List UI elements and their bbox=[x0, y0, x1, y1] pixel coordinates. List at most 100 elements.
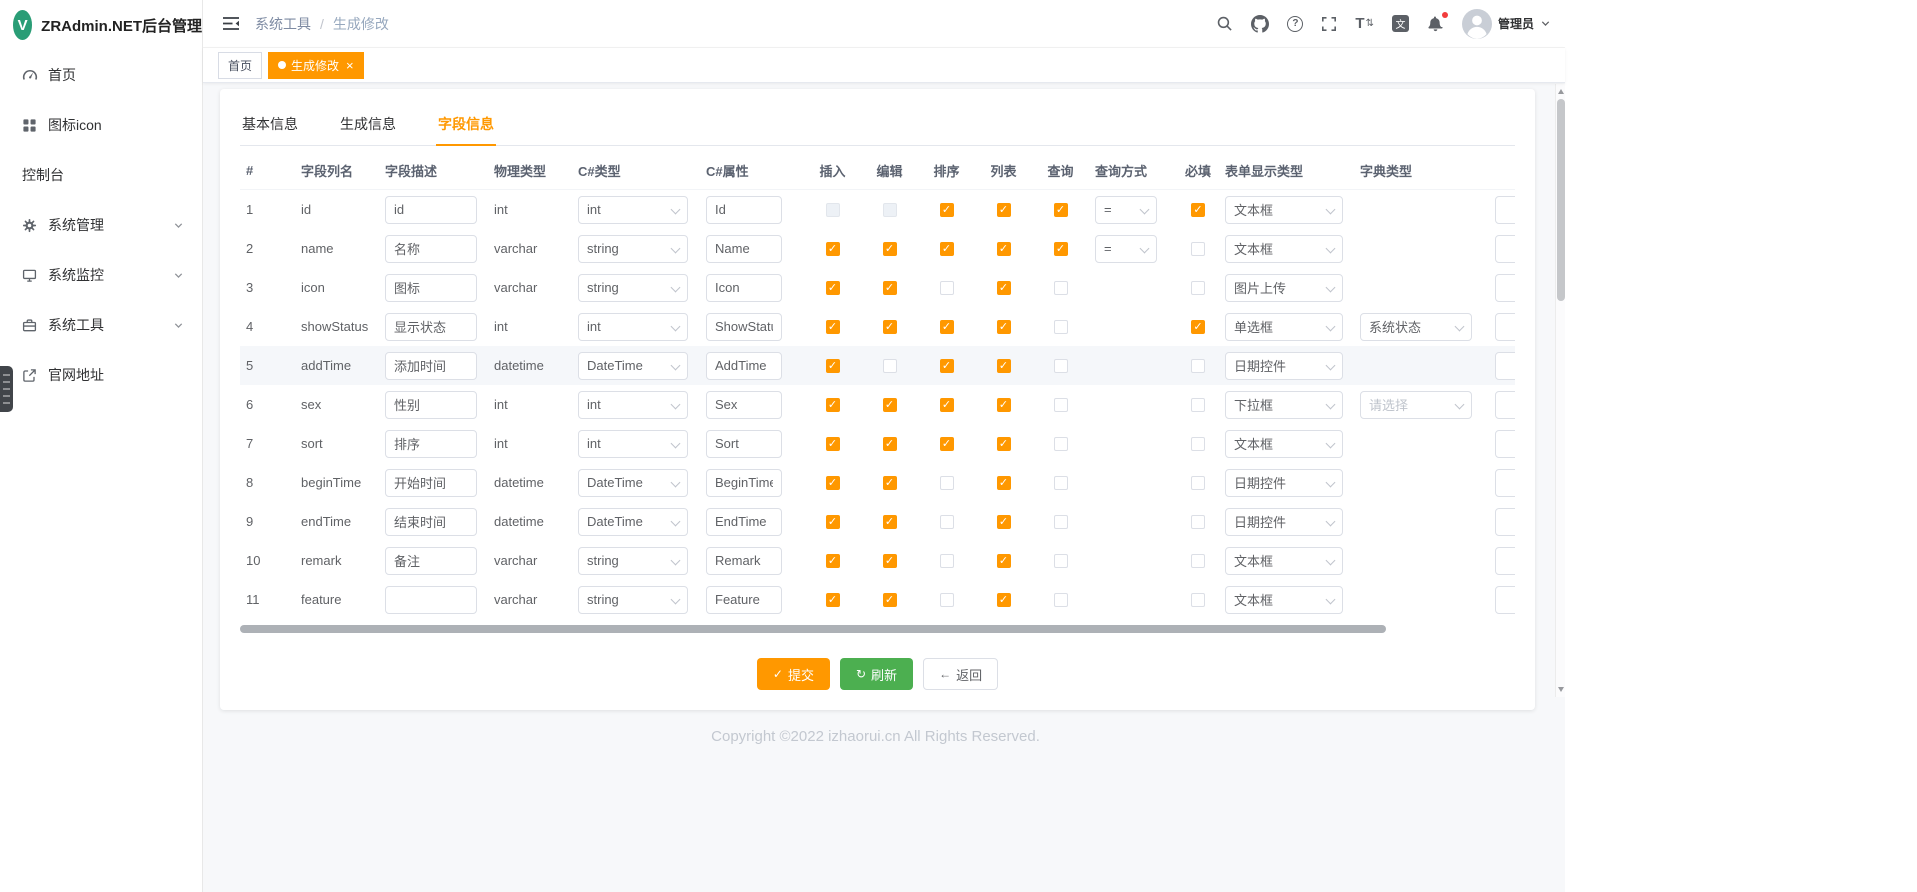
dict-type-select[interactable]: 系统状态 bbox=[1360, 313, 1472, 341]
display-type-select[interactable]: 日期控件 bbox=[1225, 469, 1343, 497]
query-checkbox[interactable] bbox=[1054, 515, 1068, 529]
required-checkbox[interactable] bbox=[1191, 398, 1205, 412]
scroll-down-arrow[interactable] bbox=[1558, 687, 1564, 692]
user-menu[interactable]: 管理员 bbox=[1462, 9, 1551, 39]
field-desc-input[interactable] bbox=[385, 508, 477, 536]
cs-type-select[interactable]: string bbox=[578, 274, 688, 302]
sidebar-item-icons[interactable]: 图标icon bbox=[0, 100, 202, 150]
list-checkbox[interactable] bbox=[997, 203, 1011, 217]
cs-property-input[interactable] bbox=[706, 313, 782, 341]
cs-property-input[interactable] bbox=[706, 547, 782, 575]
edit-checkbox[interactable] bbox=[883, 281, 897, 295]
query-checkbox[interactable] bbox=[1054, 437, 1068, 451]
display-type-select[interactable]: 单选框 bbox=[1225, 313, 1343, 341]
back-button[interactable]: ←返回 bbox=[923, 658, 998, 690]
breadcrumb-item[interactable]: 系统工具 bbox=[255, 14, 311, 34]
edit-checkbox[interactable] bbox=[883, 554, 897, 568]
extra-input[interactable] bbox=[1495, 547, 1515, 575]
query-checkbox[interactable] bbox=[1054, 554, 1068, 568]
panel-tab-field-info[interactable]: 字段信息 bbox=[436, 103, 496, 145]
sidebar-item-system-tools[interactable]: 系统工具 bbox=[0, 300, 202, 350]
insert-checkbox[interactable] bbox=[826, 476, 840, 490]
cs-type-select[interactable]: string bbox=[578, 235, 688, 263]
query-checkbox[interactable] bbox=[1054, 203, 1068, 217]
cs-type-select[interactable]: int bbox=[578, 430, 688, 458]
query-checkbox[interactable] bbox=[1054, 593, 1068, 607]
display-type-select[interactable]: 文本框 bbox=[1225, 586, 1343, 614]
field-desc-input[interactable] bbox=[385, 235, 477, 263]
list-checkbox[interactable] bbox=[997, 242, 1011, 256]
edit-checkbox[interactable] bbox=[883, 203, 897, 217]
field-desc-input[interactable] bbox=[385, 352, 477, 380]
field-desc-input[interactable] bbox=[385, 274, 477, 302]
required-checkbox[interactable] bbox=[1191, 281, 1205, 295]
insert-checkbox[interactable] bbox=[826, 203, 840, 217]
extra-input[interactable] bbox=[1495, 235, 1515, 263]
query-method-select[interactable]: = bbox=[1095, 196, 1157, 224]
required-checkbox[interactable] bbox=[1191, 242, 1205, 256]
sort-checkbox[interactable] bbox=[940, 281, 954, 295]
cs-type-select[interactable]: DateTime bbox=[578, 469, 688, 497]
insert-checkbox[interactable] bbox=[826, 437, 840, 451]
display-type-select[interactable]: 文本框 bbox=[1225, 196, 1343, 224]
refresh-button[interactable]: ↻刷新 bbox=[840, 658, 913, 690]
insert-checkbox[interactable] bbox=[826, 242, 840, 256]
tag-home[interactable]: 首页 bbox=[218, 52, 262, 79]
edit-checkbox[interactable] bbox=[883, 242, 897, 256]
query-checkbox[interactable] bbox=[1054, 398, 1068, 412]
tag-gen-edit[interactable]: 生成修改 × bbox=[268, 52, 364, 79]
search-icon[interactable] bbox=[1216, 15, 1233, 32]
edit-checkbox[interactable] bbox=[883, 359, 897, 373]
extra-input[interactable] bbox=[1495, 274, 1515, 302]
horizontal-scrollbar-thumb[interactable] bbox=[240, 625, 1386, 633]
insert-checkbox[interactable] bbox=[826, 554, 840, 568]
font-size-icon[interactable]: T⇅ bbox=[1355, 15, 1374, 32]
sidebar-item-system-management[interactable]: 系统管理 bbox=[0, 200, 202, 250]
display-type-select[interactable]: 文本框 bbox=[1225, 430, 1343, 458]
close-icon[interactable]: × bbox=[346, 59, 354, 72]
sort-checkbox[interactable] bbox=[940, 476, 954, 490]
submit-button[interactable]: ✓提交 bbox=[757, 658, 830, 690]
sort-checkbox[interactable] bbox=[940, 320, 954, 334]
list-checkbox[interactable] bbox=[997, 554, 1011, 568]
query-method-select[interactable]: = bbox=[1095, 235, 1157, 263]
cs-property-input[interactable] bbox=[706, 274, 782, 302]
cs-property-input[interactable] bbox=[706, 196, 782, 224]
display-type-select[interactable]: 日期控件 bbox=[1225, 352, 1343, 380]
cs-property-input[interactable] bbox=[706, 352, 782, 380]
sidebar-item-console[interactable]: 控制台 bbox=[0, 150, 202, 200]
extra-input[interactable] bbox=[1495, 508, 1515, 536]
sort-checkbox[interactable] bbox=[940, 398, 954, 412]
edit-checkbox[interactable] bbox=[883, 320, 897, 334]
required-checkbox[interactable] bbox=[1191, 203, 1205, 217]
list-checkbox[interactable] bbox=[997, 359, 1011, 373]
cs-type-select[interactable]: DateTime bbox=[578, 352, 688, 380]
fullscreen-icon[interactable] bbox=[1321, 16, 1337, 32]
edit-checkbox[interactable] bbox=[883, 593, 897, 607]
display-type-select[interactable]: 文本框 bbox=[1225, 235, 1343, 263]
cs-type-select[interactable]: string bbox=[578, 547, 688, 575]
sort-checkbox[interactable] bbox=[940, 593, 954, 607]
display-type-select[interactable]: 下拉框 bbox=[1225, 391, 1343, 419]
insert-checkbox[interactable] bbox=[826, 398, 840, 412]
display-type-select[interactable]: 日期控件 bbox=[1225, 508, 1343, 536]
required-checkbox[interactable] bbox=[1191, 320, 1205, 334]
list-checkbox[interactable] bbox=[997, 398, 1011, 412]
language-icon[interactable]: 文 bbox=[1392, 15, 1409, 32]
insert-checkbox[interactable] bbox=[826, 281, 840, 295]
display-type-select[interactable]: 文本框 bbox=[1225, 547, 1343, 575]
display-type-select[interactable]: 图片上传 bbox=[1225, 274, 1343, 302]
extra-input[interactable] bbox=[1495, 352, 1515, 380]
insert-checkbox[interactable] bbox=[826, 359, 840, 373]
scroll-up-arrow[interactable] bbox=[1558, 89, 1564, 94]
cs-type-select[interactable]: int bbox=[578, 196, 688, 224]
dict-type-select[interactable]: 请选择 bbox=[1360, 391, 1472, 419]
app-logo[interactable]: V ZRAdmin.NET后台管理 bbox=[0, 0, 202, 50]
cs-property-input[interactable] bbox=[706, 430, 782, 458]
cs-type-select[interactable]: DateTime bbox=[578, 508, 688, 536]
list-checkbox[interactable] bbox=[997, 281, 1011, 295]
field-desc-input[interactable] bbox=[385, 391, 477, 419]
field-desc-input[interactable] bbox=[385, 586, 477, 614]
field-desc-input[interactable] bbox=[385, 547, 477, 575]
cs-property-input[interactable] bbox=[706, 469, 782, 497]
